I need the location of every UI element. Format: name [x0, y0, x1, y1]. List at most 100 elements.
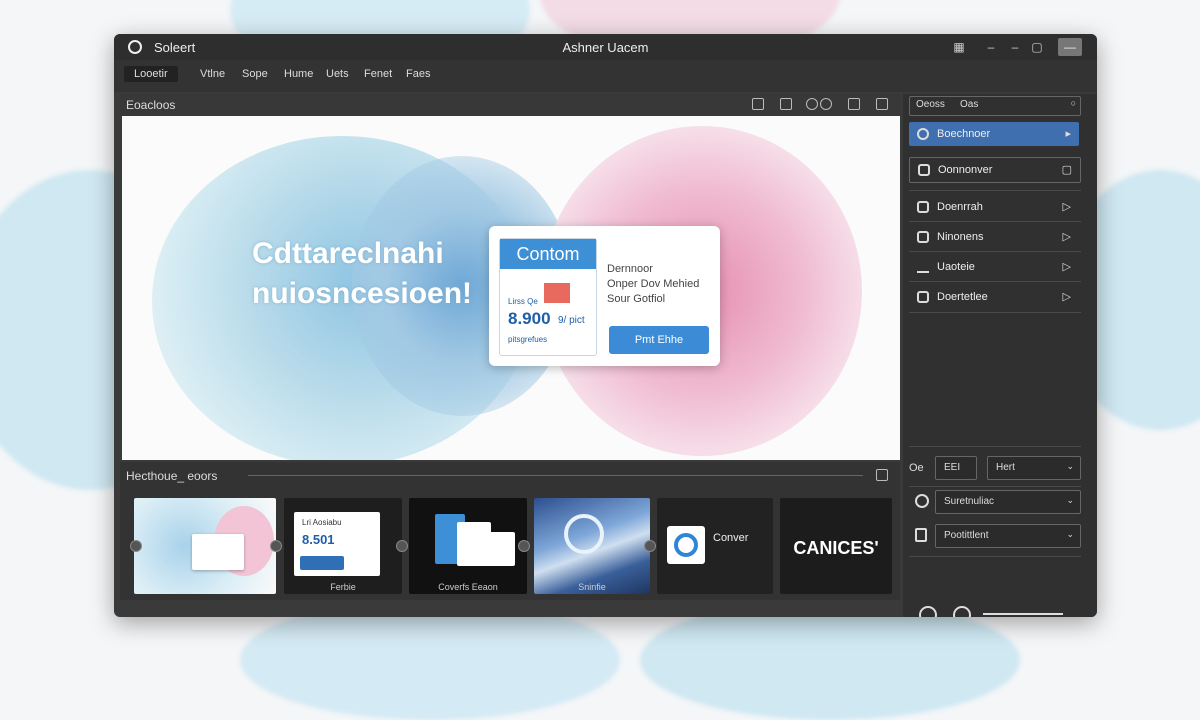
- filmstrip-header: Hecthoue_ eoors: [120, 462, 900, 488]
- panel-item-5[interactable]: Uaoteie ▷: [909, 255, 1079, 279]
- restore-icon[interactable]: –: [1006, 38, 1024, 56]
- panel-item-6[interactable]: Doertetlee ▷: [909, 285, 1079, 309]
- dropdown-3[interactable]: Pootittlent ⌄: [935, 524, 1081, 548]
- promo-desc-line-1: Dernnoor: [607, 263, 653, 275]
- dropdown-2[interactable]: Suretnuliac ⌄: [935, 490, 1081, 514]
- lock-icon: ▢: [1061, 164, 1072, 176]
- panel-tab-dot-icon[interactable]: ○: [1071, 98, 1076, 108]
- menu-item-2[interactable]: Sope: [242, 68, 268, 80]
- chevron-down-icon: ⌄: [1066, 529, 1074, 539]
- transform-icon: [917, 231, 929, 243]
- thumbnail-2-card: Lri Aosiabu 8.501: [294, 512, 380, 576]
- globe-icon[interactable]: [806, 98, 818, 110]
- panel-divider: [909, 486, 1081, 487]
- thumbnail-2[interactable]: Lri Aosiabu 8.501 Ferbie: [284, 498, 402, 594]
- thumbnail-1[interactable]: [134, 498, 276, 594]
- panel-item-2[interactable]: Oonnonver ▢: [909, 157, 1081, 183]
- minimize-icon[interactable]: –: [982, 38, 1000, 56]
- chevron-down-icon: ⌄: [1066, 461, 1074, 471]
- share-icon[interactable]: [876, 98, 888, 110]
- maximize-icon[interactable]: ▢: [1028, 38, 1046, 56]
- layers-icon[interactable]: [780, 98, 792, 110]
- menu-item-0[interactable]: Looetir: [124, 66, 178, 82]
- save-icon[interactable]: ▦: [950, 38, 968, 56]
- promo-desc-line-2: Onper Dov Mehied: [607, 278, 700, 290]
- promo-card-price: 8.900: [508, 309, 551, 328]
- row1-value-box[interactable]: EEI: [935, 456, 977, 480]
- panel-item-1-label: Boechnoer: [937, 128, 991, 140]
- promo-cta-button[interactable]: Pmt Ehhe: [609, 326, 709, 354]
- panel-divider: [909, 446, 1081, 447]
- panel-divider: [909, 312, 1081, 313]
- panel-tab-2[interactable]: Oas: [960, 99, 978, 110]
- menu-item-3[interactable]: Hume: [284, 68, 313, 80]
- chevron-down-icon: ⌄: [1066, 495, 1074, 505]
- image-icon[interactable]: [752, 98, 764, 110]
- thumbnail-2-button: [300, 556, 344, 570]
- target-icon: [917, 128, 929, 140]
- emoji-icon[interactable]: [919, 606, 937, 617]
- panel-item-6-label: Doertetlee: [937, 291, 988, 303]
- thumbnail-handle-4-icon[interactable]: [644, 540, 656, 552]
- canvas-headline: Cdttareclnahi nuiosncesioen!: [252, 234, 472, 314]
- design-canvas[interactable]: Cdttareclnahi nuiosncesioen! Contom Lirs…: [122, 116, 900, 460]
- thumbnail-1-card: [192, 534, 244, 570]
- filmstrip: Lri Aosiabu 8.501 Ferbie Coverfs Eeaon S…: [120, 488, 900, 600]
- close-icon[interactable]: —: [1058, 38, 1082, 56]
- camera-icon[interactable]: [876, 469, 888, 481]
- edit-icon[interactable]: [848, 98, 860, 110]
- thumbnail-4[interactable]: Sninfie: [534, 498, 650, 594]
- zoom-slider[interactable]: [983, 613, 1063, 615]
- thumbnail-2-price: 8.501: [302, 532, 335, 547]
- thumbnail-handle-3-icon[interactable]: [518, 540, 530, 552]
- thumbnail-6[interactable]: CANICES': [780, 498, 892, 594]
- menu-item-1[interactable]: Vtlne: [200, 68, 225, 80]
- thumbnail-4-swirl: [564, 514, 604, 554]
- title-bar: Soleert Ashner Uacem ▦ – – ▢ —: [114, 34, 1097, 60]
- panel-item-4-label: Ninonens: [937, 231, 984, 243]
- panel-tabs: Oeoss Oas ○: [909, 96, 1081, 116]
- panel-divider: [909, 221, 1081, 222]
- background-blob-blue-bottom-right: [640, 600, 1020, 720]
- menu-item-6[interactable]: Faes: [406, 68, 430, 80]
- promo-card[interactable]: Contom Lirss Qe 8.900 9/ pict pitsgrefue…: [489, 226, 720, 366]
- thumbnail-handle-2-icon[interactable]: [396, 540, 408, 552]
- thumbnail-handle-1-icon[interactable]: [270, 540, 282, 552]
- panel-tab-1[interactable]: Oeoss: [916, 99, 945, 110]
- promo-card-description: Dernnoor Onper Dov Mehied Sour Gotfiol: [607, 262, 699, 307]
- play-icon: ▷: [1062, 291, 1071, 303]
- filmstrip-divider: [248, 475, 863, 476]
- thumbnail-3[interactable]: Coverfs Eeaon: [409, 498, 527, 594]
- promo-desc-line-3: Sour Gotfiol: [607, 293, 666, 305]
- row1-dropdown[interactable]: Hert ⌄: [987, 456, 1081, 480]
- settings-icon[interactable]: [820, 98, 832, 110]
- menu-item-5[interactable]: Fenet: [364, 68, 392, 80]
- thumbnail-2-title: Lri Aosiabu: [302, 518, 342, 527]
- page-icon[interactable]: [915, 528, 927, 542]
- panel-divider: [909, 251, 1081, 252]
- play-icon: ▷: [1062, 231, 1071, 243]
- filmstrip-label: Hecthoue_ eoors: [126, 469, 218, 483]
- row1-label: Oe: [909, 462, 924, 474]
- record-icon[interactable]: [915, 494, 929, 508]
- panel-divider: [909, 281, 1081, 282]
- panel-item-4[interactable]: Ninonens ▷: [909, 225, 1079, 249]
- promo-card-small-bottom: pitsgrefues: [508, 335, 548, 344]
- promo-card-title: Contom: [500, 239, 596, 269]
- scroll-left-arrow-icon[interactable]: [130, 540, 142, 552]
- menu-bar: Looetir Vtlne Sope Hume Uets Fenet Faes: [114, 60, 1097, 92]
- properties-panel: Oeoss Oas ○ Boechnoer ▸ Oonnonver ▢ Doen…: [903, 94, 1097, 617]
- text-icon: [917, 261, 929, 273]
- edit-circle-icon[interactable]: [953, 606, 971, 617]
- thumbnail-5[interactable]: Conver: [657, 498, 773, 594]
- document-icon: [917, 291, 929, 303]
- panel-item-1[interactable]: Boechnoer ▸: [909, 122, 1079, 146]
- chevron-right-icon: ▸: [1065, 128, 1071, 140]
- menu-item-4[interactable]: Uets: [326, 68, 349, 80]
- stamp-image: [544, 283, 570, 303]
- promo-card-price-suffix: 9/ pict: [558, 315, 585, 326]
- thumbnail-3-caption: Coverfs Eeaon: [438, 582, 498, 592]
- panel-item-3[interactable]: Doenrrah ▷: [909, 195, 1079, 219]
- background-blob-blue-bottom: [240, 600, 620, 720]
- promo-card-preview: Contom Lirss Qe 8.900 9/ pict pitsgrefue…: [499, 238, 597, 356]
